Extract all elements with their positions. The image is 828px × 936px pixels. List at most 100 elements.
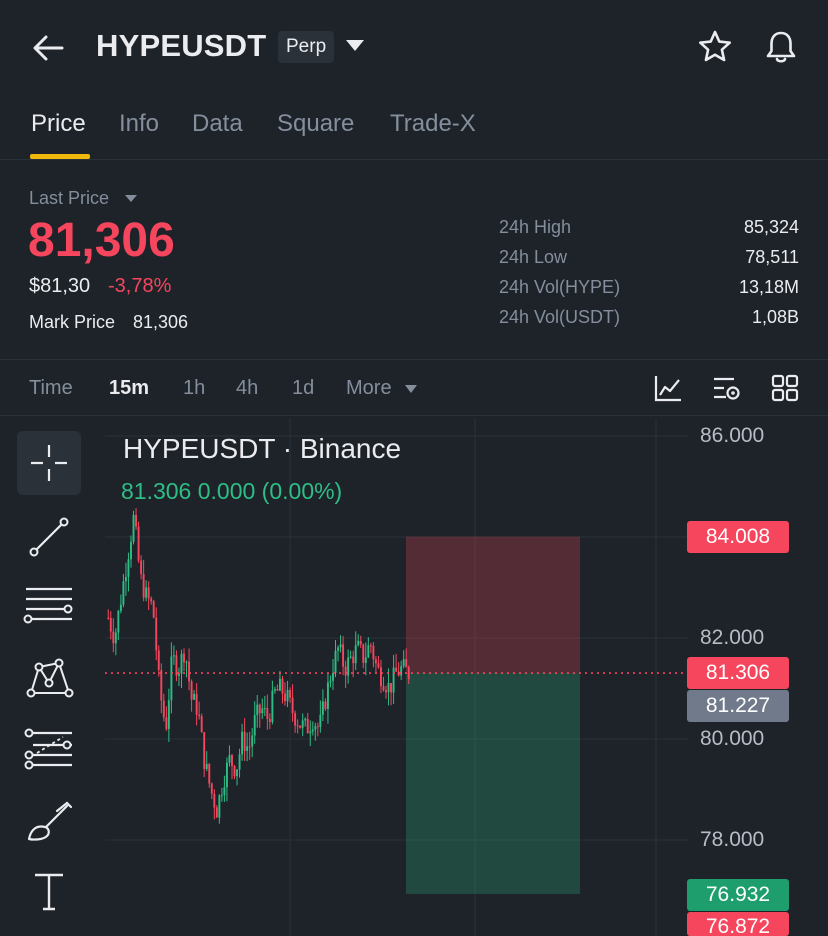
candle-body (112, 631, 115, 644)
candle-body (352, 656, 355, 664)
back-arrow-icon[interactable] (30, 30, 66, 66)
candle-body (117, 610, 120, 633)
price-stats: Last Price 81,306 $81,30 -3,78% Mark Pri… (0, 161, 828, 360)
candle-body (107, 617, 110, 619)
candle-body (215, 807, 218, 818)
candle-body (314, 726, 317, 730)
candle-body (407, 667, 410, 680)
y-axis-label: 78.000 (700, 828, 765, 851)
indicator-icon[interactable] (653, 373, 683, 403)
candle-body (223, 787, 226, 796)
candle-body (124, 576, 127, 582)
chart-ohlc-readout: 81.306 0.000 (0.00%) (121, 478, 343, 504)
grid-layout-icon[interactable] (770, 373, 800, 403)
text-tool[interactable] (17, 859, 81, 923)
candle-body (354, 645, 357, 664)
take-profit-badge[interactable]: 84.008 (687, 521, 789, 553)
tab-info[interactable]: Info (119, 110, 159, 138)
candle-body (132, 514, 135, 542)
candle-body (147, 587, 150, 599)
last-price-badge: 81.306 (687, 657, 789, 689)
fibonacci-tool[interactable] (17, 717, 81, 781)
candle-body (319, 714, 322, 727)
candle-body (364, 657, 367, 663)
horizontal-lines-tool[interactable] (17, 573, 81, 637)
candle-body (273, 689, 276, 691)
star-icon[interactable] (696, 28, 734, 66)
candle-body (152, 601, 155, 618)
stat-row-24h-vol-hype: 24h Vol(HYPE) 13,18M (499, 277, 799, 303)
candle-body (289, 689, 292, 698)
last-price-label[interactable]: Last Price (29, 188, 109, 209)
candle-body (377, 663, 380, 668)
candle-body (160, 670, 163, 701)
candle-body (218, 795, 221, 818)
candle-body (321, 701, 324, 715)
section-tabs: Price Info Data Square Trade-X (0, 96, 828, 160)
candle-body (188, 661, 191, 682)
candle-body (172, 655, 175, 657)
candle-body (337, 647, 339, 651)
candle-body (180, 653, 183, 674)
symbol-title[interactable]: HYPEUSDT (96, 28, 266, 64)
chevron-down-icon[interactable] (346, 40, 364, 51)
tab-price[interactable]: Price (31, 110, 86, 138)
brush-tool[interactable] (17, 789, 81, 853)
candle-body (339, 644, 342, 648)
chart-settings-icon[interactable] (712, 373, 742, 403)
candle-body (241, 731, 244, 755)
tab-data[interactable]: Data (192, 110, 243, 138)
bell-icon[interactable] (762, 28, 800, 66)
contract-type-badge[interactable]: Perp (278, 31, 335, 63)
crosshair-icon (31, 445, 67, 481)
y-axis-label: 80.000 (700, 727, 765, 750)
stat-value: 1,08B (751, 307, 799, 327)
trend-line-tool[interactable] (17, 505, 81, 569)
stat-label: 24h Low (499, 247, 568, 267)
interval-4h[interactable]: 4h (236, 377, 258, 400)
interval-time[interactable]: Time (29, 377, 73, 400)
candle-body (395, 667, 398, 672)
interval-1h[interactable]: 1h (183, 377, 205, 400)
mark-price-badge: 81.227 (687, 690, 789, 722)
chevron-down-icon[interactable] (125, 195, 137, 202)
candle-body (357, 640, 360, 646)
candle-body (122, 581, 125, 605)
stat-row-24h-vol-usdt: 24h Vol(USDT) 1,08B (499, 307, 799, 333)
candle-body (195, 693, 198, 715)
candle-body (301, 720, 304, 728)
interval-1d[interactable]: 1d (292, 377, 314, 400)
candle-body (205, 763, 208, 769)
candle-body (178, 673, 180, 676)
candle-body (279, 678, 281, 691)
candle-body (268, 718, 271, 722)
candle-body (203, 732, 206, 769)
candle-body (271, 690, 274, 722)
pattern-tool[interactable] (17, 645, 81, 709)
stat-value: 13,18M (738, 277, 799, 297)
candle-body (294, 713, 297, 726)
candle-body (405, 659, 408, 668)
interval-15m[interactable]: 15m (109, 377, 149, 400)
candle-body (326, 682, 329, 710)
tab-trade-x[interactable]: Trade-X (390, 110, 476, 138)
tab-square[interactable]: Square (277, 110, 354, 138)
candle-body (380, 667, 382, 687)
candle-body (253, 715, 256, 736)
candle-body (162, 700, 165, 718)
candle-body (291, 697, 294, 714)
candle-body (236, 769, 238, 777)
candle-body (332, 672, 334, 681)
interval-more[interactable]: More (346, 377, 392, 400)
change-percent: -3,78% (108, 275, 172, 297)
candle-body (400, 666, 403, 676)
candle-body (263, 707, 266, 709)
stop-loss-badge[interactable]: 76.932 (687, 879, 789, 911)
stat-row-24h-high: 24h High 85,324 (499, 217, 799, 243)
interval-bar: Time 15m 1h 4h 1d More (0, 360, 828, 416)
candle-body (344, 666, 347, 676)
trend-line-icon (29, 517, 69, 557)
chevron-down-icon[interactable] (405, 385, 417, 393)
crosshair-tool[interactable] (17, 431, 81, 495)
y-axis-label: 82.000 (700, 626, 765, 649)
